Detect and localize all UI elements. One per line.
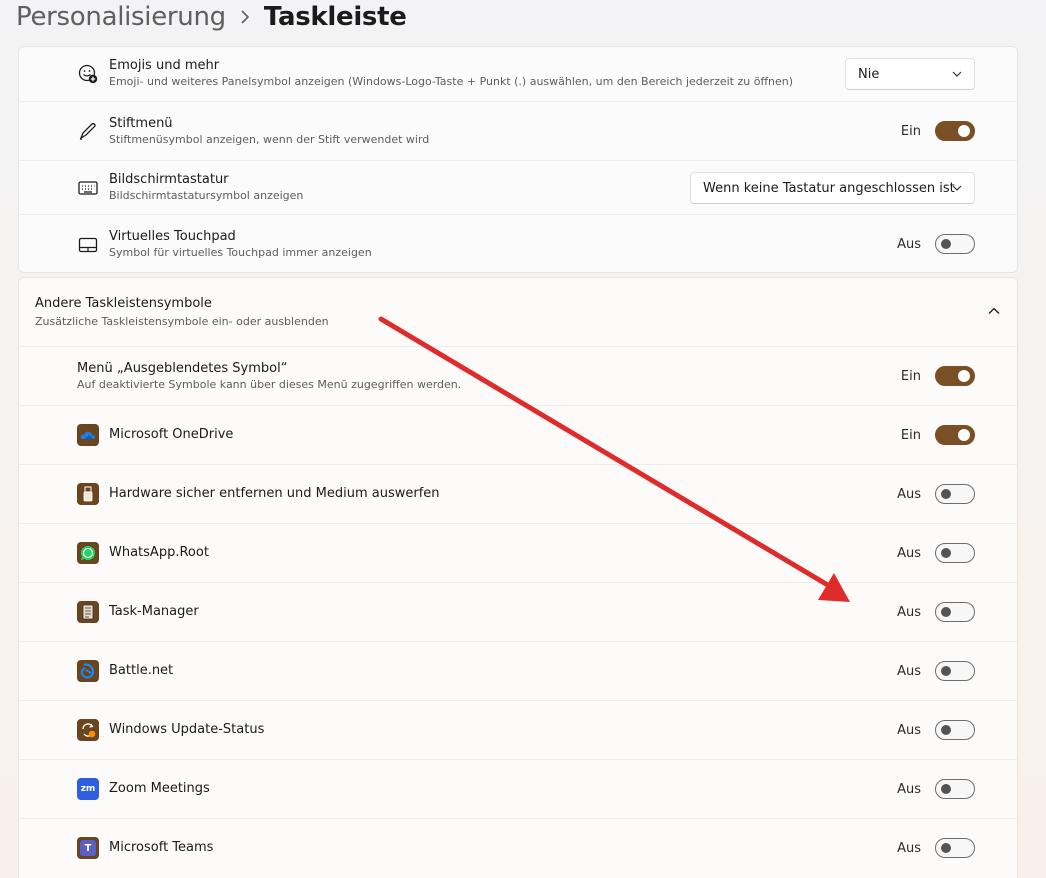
setting-row-virtual-touchpad: Virtuelles Touchpad Symbol für virtuelle… (19, 214, 1017, 272)
app-title: Task-Manager (109, 604, 199, 619)
whatsapp-icon (77, 542, 99, 564)
touch-keyboard-dropdown[interactable]: Wenn keine Tastatur angeschlossen ist (690, 172, 975, 204)
app-row-teams: T Microsoft Teams Aus (19, 818, 1017, 878)
app-row-whatsapp: WhatsApp.Root Aus (19, 523, 1017, 582)
zoom-icon: zm (77, 778, 99, 800)
whatsapp-toggle[interactable] (935, 543, 975, 563)
setting-row-hidden-icon-menu: Menü „Ausgeblendetes Symbol“ Auf deaktiv… (19, 346, 1017, 405)
pen-menu-toggle[interactable] (935, 121, 975, 141)
toggle-state-label: Aus (897, 605, 921, 620)
dropdown-value: Wenn keine Tastatur angeschlossen ist (703, 180, 955, 196)
setting-title: Menü „Ausgeblendetes Symbol“ (77, 361, 288, 376)
breadcrumb: Personalisierung Taskleiste (16, 0, 407, 34)
task-manager-toggle[interactable] (935, 602, 975, 622)
setting-title: Bildschirmtastatur (109, 172, 229, 187)
windows-update-icon (77, 719, 99, 741)
usb-drive-icon (77, 483, 99, 505)
app-row-onedrive: Microsoft OneDrive Ein (19, 405, 1017, 464)
zoom-toggle[interactable] (935, 779, 975, 799)
safely-remove-hardware-toggle[interactable] (935, 484, 975, 504)
toggle-state-label: Aus (897, 782, 921, 797)
toggle-state-label: Ein (900, 124, 921, 139)
toggle-state-label: Aus (897, 487, 921, 502)
toggle-state-label: Aus (897, 723, 921, 738)
setting-row-pen-menu: Stiftmenü Stiftmenüsymbol anzeigen, wenn… (19, 101, 1017, 160)
page-title: Taskleiste (263, 2, 407, 32)
app-row-safely-remove-hardware: Hardware sicher entfernen und Medium aus… (19, 464, 1017, 523)
toggle-state-label: Ein (900, 369, 921, 384)
setting-description: Bildschirmtastatursymbol anzeigen (109, 189, 304, 202)
app-title: Zoom Meetings (109, 781, 210, 796)
chevron-down-icon (952, 71, 962, 77)
emoji-plus-icon (77, 63, 99, 85)
pen-icon (77, 120, 99, 142)
breadcrumb-parent[interactable]: Personalisierung (16, 2, 226, 32)
setting-row-touch-keyboard: Bildschirmtastatur Bildschirmtastatursym… (19, 160, 1017, 214)
battlenet-icon (77, 660, 99, 682)
windows-update-toggle[interactable] (935, 720, 975, 740)
onedrive-icon (77, 424, 99, 446)
setting-description: Auf deaktivierte Symbole kann über diese… (77, 378, 462, 391)
toggle-state-label: Aus (897, 664, 921, 679)
dropdown-value: Nie (858, 66, 880, 82)
toggle-state-label: Ein (900, 428, 921, 443)
section-title: Andere Taskleistensymbole (35, 296, 212, 311)
setting-description: Stiftmenüsymbol anzeigen, wenn der Stift… (109, 133, 430, 146)
virtual-touchpad-toggle[interactable] (935, 234, 975, 254)
app-title: Battle.net (109, 663, 174, 678)
app-title: Hardware sicher entfernen und Medium aus… (109, 486, 440, 501)
toggle-state-label: Aus (897, 841, 921, 856)
setting-description: Emoji- und weiteres Panelsymbol anzeigen… (109, 75, 794, 88)
setting-description: Symbol für virtuelles Touchpad immer anz… (109, 246, 372, 259)
task-manager-icon (77, 601, 99, 623)
touchpad-icon (77, 234, 99, 256)
app-row-battlenet: Battle.net Aus (19, 641, 1017, 700)
setting-row-emojis: Emojis und mehr Emoji- und weiteres Pane… (19, 47, 1017, 101)
section-description: Zusätzliche Taskleistensymbole ein- oder… (35, 315, 329, 328)
setting-title: Stiftmenü (109, 116, 173, 131)
app-title: WhatsApp.Root (109, 545, 209, 560)
keyboard-icon (77, 177, 99, 199)
chevron-down-icon (952, 185, 962, 191)
app-row-task-manager: Task-Manager Aus (19, 582, 1017, 641)
battlenet-toggle[interactable] (935, 661, 975, 681)
chevron-up-icon[interactable] (987, 304, 1001, 318)
setting-title: Virtuelles Touchpad (109, 229, 236, 244)
app-row-windows-update: Windows Update-Status Aus (19, 700, 1017, 759)
hidden-icon-menu-toggle[interactable] (935, 366, 975, 386)
toggle-state-label: Aus (897, 546, 921, 561)
app-title: Microsoft OneDrive (109, 427, 234, 442)
toggle-state-label: Aus (897, 237, 921, 252)
emojis-dropdown[interactable]: Nie (845, 58, 975, 90)
app-title: Windows Update-Status (109, 722, 265, 737)
other-taskbar-icons-header[interactable]: Andere Taskleistensymbole Zusätzliche Ta… (19, 278, 1017, 346)
app-row-zoom: zm Zoom Meetings Aus (19, 759, 1017, 818)
setting-title: Emojis und mehr (109, 58, 220, 73)
teams-toggle[interactable] (935, 838, 975, 858)
app-title: Microsoft Teams (109, 840, 214, 855)
teams-icon: T (77, 837, 99, 859)
taskbar-icons-card: Emojis und mehr Emoji- und weiteres Pane… (18, 46, 1018, 273)
onedrive-toggle[interactable] (935, 425, 975, 445)
other-taskbar-icons-card: Andere Taskleistensymbole Zusätzliche Ta… (18, 277, 1018, 878)
chevron-right-icon (240, 10, 250, 24)
